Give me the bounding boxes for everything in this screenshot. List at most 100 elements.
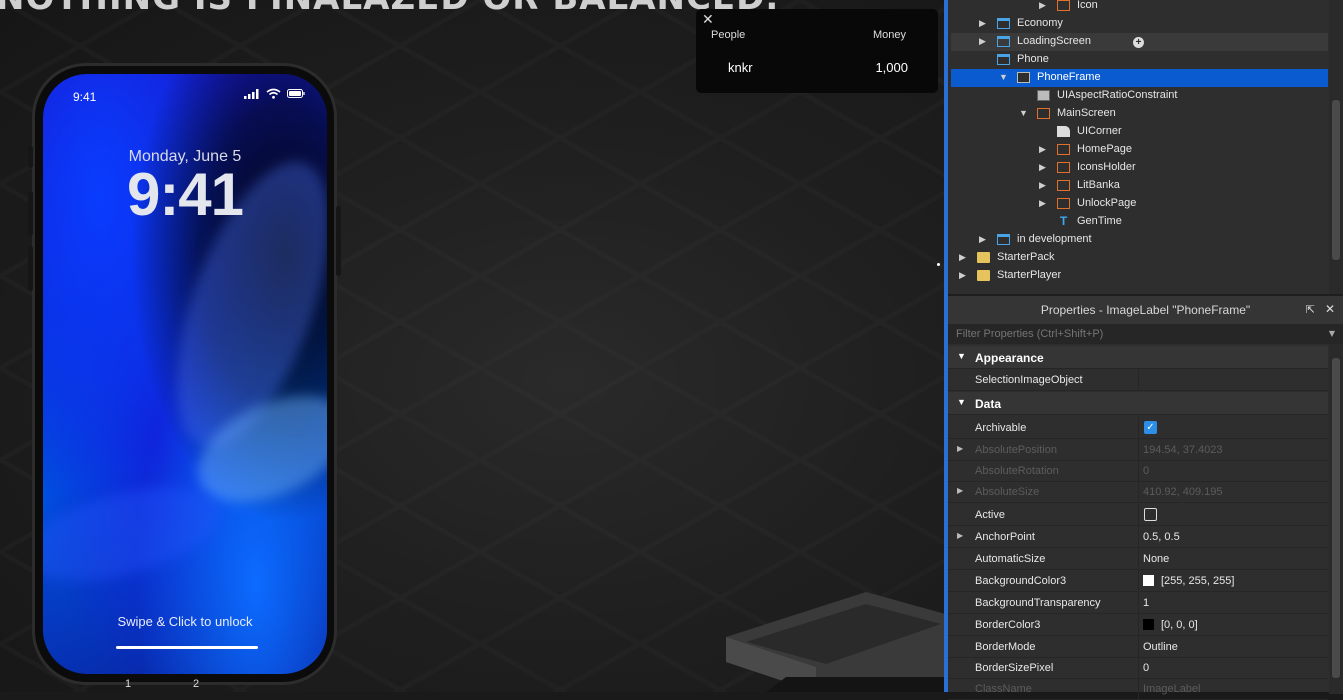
chevron-right-icon[interactable]: ▶ — [979, 36, 989, 47]
explorer-item-label: UnlockPage — [1077, 197, 1137, 209]
explorer-item-in-development[interactable]: ▶ in development — [951, 231, 1328, 249]
explorer-item-economy[interactable]: ▶ Economy — [951, 15, 1328, 33]
archivable-checkbox[interactable]: ✓ — [1144, 421, 1157, 434]
chevron-right-icon[interactable]: ▶ — [979, 18, 989, 29]
prop-active[interactable]: Active — [948, 504, 1328, 526]
chevron-right-icon[interactable]: ▶ — [979, 234, 989, 245]
unlock-hint: Swipe & Click to unlock — [117, 614, 253, 629]
chevron-right-icon[interactable]: ▶ — [1039, 162, 1049, 173]
prop-name: BorderSizePixel — [975, 662, 1054, 674]
chevron-right-icon[interactable]: ▶ — [1039, 0, 1049, 11]
explorer-item-unlockpage[interactable]: ▶ UnlockPage — [951, 195, 1328, 213]
prop-value[interactable]: 0.5, 0.5 — [1143, 531, 1180, 543]
explorer-item-label: PhoneFrame — [1037, 71, 1101, 83]
chevron-right-icon[interactable]: ▶ — [957, 486, 963, 495]
prop-value[interactable]: 0 — [1143, 662, 1149, 674]
explorer-item-label: Icon — [1077, 0, 1098, 11]
prop-value[interactable]: [255, 255, 255] — [1161, 575, 1234, 587]
explorer-item-iconsholder[interactable]: ▶ IconsHolder — [951, 159, 1328, 177]
add-object-icon[interactable]: + — [1133, 37, 1144, 48]
active-checkbox[interactable] — [1144, 508, 1157, 521]
prop-absolute-rotation: AbsoluteRotation 0 — [948, 460, 1328, 482]
prop-automatic-size[interactable]: AutomaticSize None — [948, 548, 1328, 570]
explorer-item-loadingscreen[interactable]: ▶ LoadingScreen + — [951, 33, 1328, 51]
explorer-item-label: UICorner — [1077, 125, 1122, 137]
explorer-item-label: IconsHolder — [1077, 161, 1136, 173]
chevron-right-icon[interactable]: ▶ — [1039, 144, 1049, 155]
section-appearance[interactable]: ▼ Appearance — [948, 346, 1328, 369]
explorer-item-uicorner[interactable]: UICorner — [951, 123, 1328, 141]
column-divider — [1138, 548, 1139, 569]
column-divider — [1138, 678, 1139, 699]
page-number[interactable]: 1 — [125, 678, 131, 690]
explorer-item-starterplayer[interactable]: ▶ StarterPlayer — [951, 267, 1328, 285]
page-number[interactable]: 2 — [193, 678, 199, 690]
prop-value[interactable]: 1 — [1143, 597, 1149, 609]
prop-archivable[interactable]: Archivable ✓ — [948, 417, 1328, 439]
explorer-item-phoneframe[interactable]: ▼ PhoneFrame — [951, 69, 1328, 87]
prop-border-color3[interactable]: BorderColor3 [0, 0, 0] — [948, 614, 1328, 636]
chevron-right-icon[interactable]: ▶ — [957, 444, 963, 453]
prop-name: AbsolutePosition — [975, 444, 1057, 456]
prop-absolute-size: ▶ AbsoluteSize 410.92, 409.195 — [948, 481, 1328, 503]
frame-icon — [1057, 162, 1070, 173]
scrollbar-thumb[interactable] — [1332, 358, 1340, 678]
constraint-icon — [1037, 90, 1050, 101]
frame-icon — [1057, 0, 1070, 11]
prop-selection-image-object[interactable]: SelectionImageObject — [948, 369, 1328, 391]
explorer-item-starterpack[interactable]: ▶ StarterPack — [951, 249, 1328, 267]
explorer-item-litbanka[interactable]: ▶ LitBanka — [951, 177, 1328, 195]
chevron-right-icon[interactable]: ▶ — [959, 270, 969, 281]
prop-value[interactable]: Outline — [1143, 641, 1178, 653]
explorer-item-label: StarterPlayer — [997, 269, 1062, 281]
chevron-right-icon[interactable]: ▶ — [959, 252, 969, 263]
phone-screen[interactable]: 9:41 Monday, June 5 9:41 Swipe & Click t… — [43, 74, 327, 674]
properties-scrollbar[interactable] — [1329, 344, 1343, 694]
prop-value[interactable]: None — [1143, 553, 1169, 565]
explorer-scrollbar[interactable] — [1329, 0, 1343, 294]
properties-title: Properties - ImageLabel "PhoneFrame" — [948, 296, 1343, 324]
close-icon[interactable]: ✕ — [702, 12, 714, 28]
chevron-right-icon[interactable]: ▶ — [957, 531, 963, 540]
scrollbar-thumb[interactable] — [1332, 100, 1340, 260]
chevron-down-icon[interactable]: ▼ — [999, 72, 1009, 82]
explorer-item-uiaspectratioconstraint[interactable]: UIAspectRatioConstraint — [951, 87, 1328, 105]
prop-border-size-pixel[interactable]: BorderSizePixel 0 — [948, 657, 1328, 679]
explorer-item-gentime[interactable]: T GenTime — [951, 213, 1328, 231]
home-indicator[interactable] — [116, 646, 258, 649]
filter-properties-input[interactable] — [948, 324, 1343, 344]
section-data[interactable]: ▼ Data — [948, 392, 1328, 415]
imagelabel-icon — [1017, 72, 1030, 83]
prop-background-transparency[interactable]: BackgroundTransparency 1 — [948, 592, 1328, 614]
explorer-item-phone[interactable]: Phone — [951, 51, 1328, 69]
wallpaper-wisp — [43, 469, 230, 599]
explorer-item-icon[interactable]: ▶ Icon — [951, 0, 1328, 15]
color-swatch[interactable] — [1143, 575, 1154, 586]
color-swatch[interactable] — [1143, 619, 1154, 630]
leaderboard: ✕ People Money knkr 1,000 — [696, 9, 938, 93]
column-divider — [1138, 636, 1139, 657]
prop-border-mode[interactable]: BorderMode Outline — [948, 636, 1328, 658]
explorer-item-label: Phone — [1017, 53, 1049, 65]
chevron-down-icon[interactable]: ▼ — [1019, 108, 1029, 118]
floor-block — [726, 592, 944, 692]
screengui-icon — [997, 36, 1010, 47]
phone-side-button — [336, 206, 341, 276]
game-viewport[interactable]: NOTHING IS FINALAZED OR BALANCED. ✕ Peop… — [0, 0, 944, 692]
properties-panel: Properties - ImageLabel "PhoneFrame" ⇱ ✕… — [948, 294, 1343, 700]
close-icon[interactable]: ✕ — [1325, 302, 1335, 316]
phone-side-button — [28, 146, 33, 168]
popout-icon[interactable]: ⇱ — [1306, 303, 1315, 316]
chevron-right-icon[interactable]: ▶ — [1039, 198, 1049, 209]
prop-value[interactable]: [0, 0, 0] — [1161, 619, 1198, 631]
prop-name: BackgroundTransparency — [975, 597, 1101, 609]
explorer-item-homepage[interactable]: ▶ HomePage — [951, 141, 1328, 159]
player-name: knkr — [728, 60, 753, 75]
explorer-item-mainscreen[interactable]: ▼ MainScreen — [951, 105, 1328, 123]
prop-anchor-point[interactable]: ▶ AnchorPoint 0.5, 0.5 — [948, 526, 1328, 548]
prop-background-color3[interactable]: BackgroundColor3 [255, 255, 255] — [948, 570, 1328, 592]
leaderboard-row[interactable]: knkr 1,000 — [696, 53, 938, 79]
chevron-right-icon[interactable]: ▶ — [1039, 180, 1049, 191]
chevron-down-icon[interactable]: ▼ — [1329, 329, 1335, 338]
prop-name: ClassName — [975, 683, 1032, 695]
